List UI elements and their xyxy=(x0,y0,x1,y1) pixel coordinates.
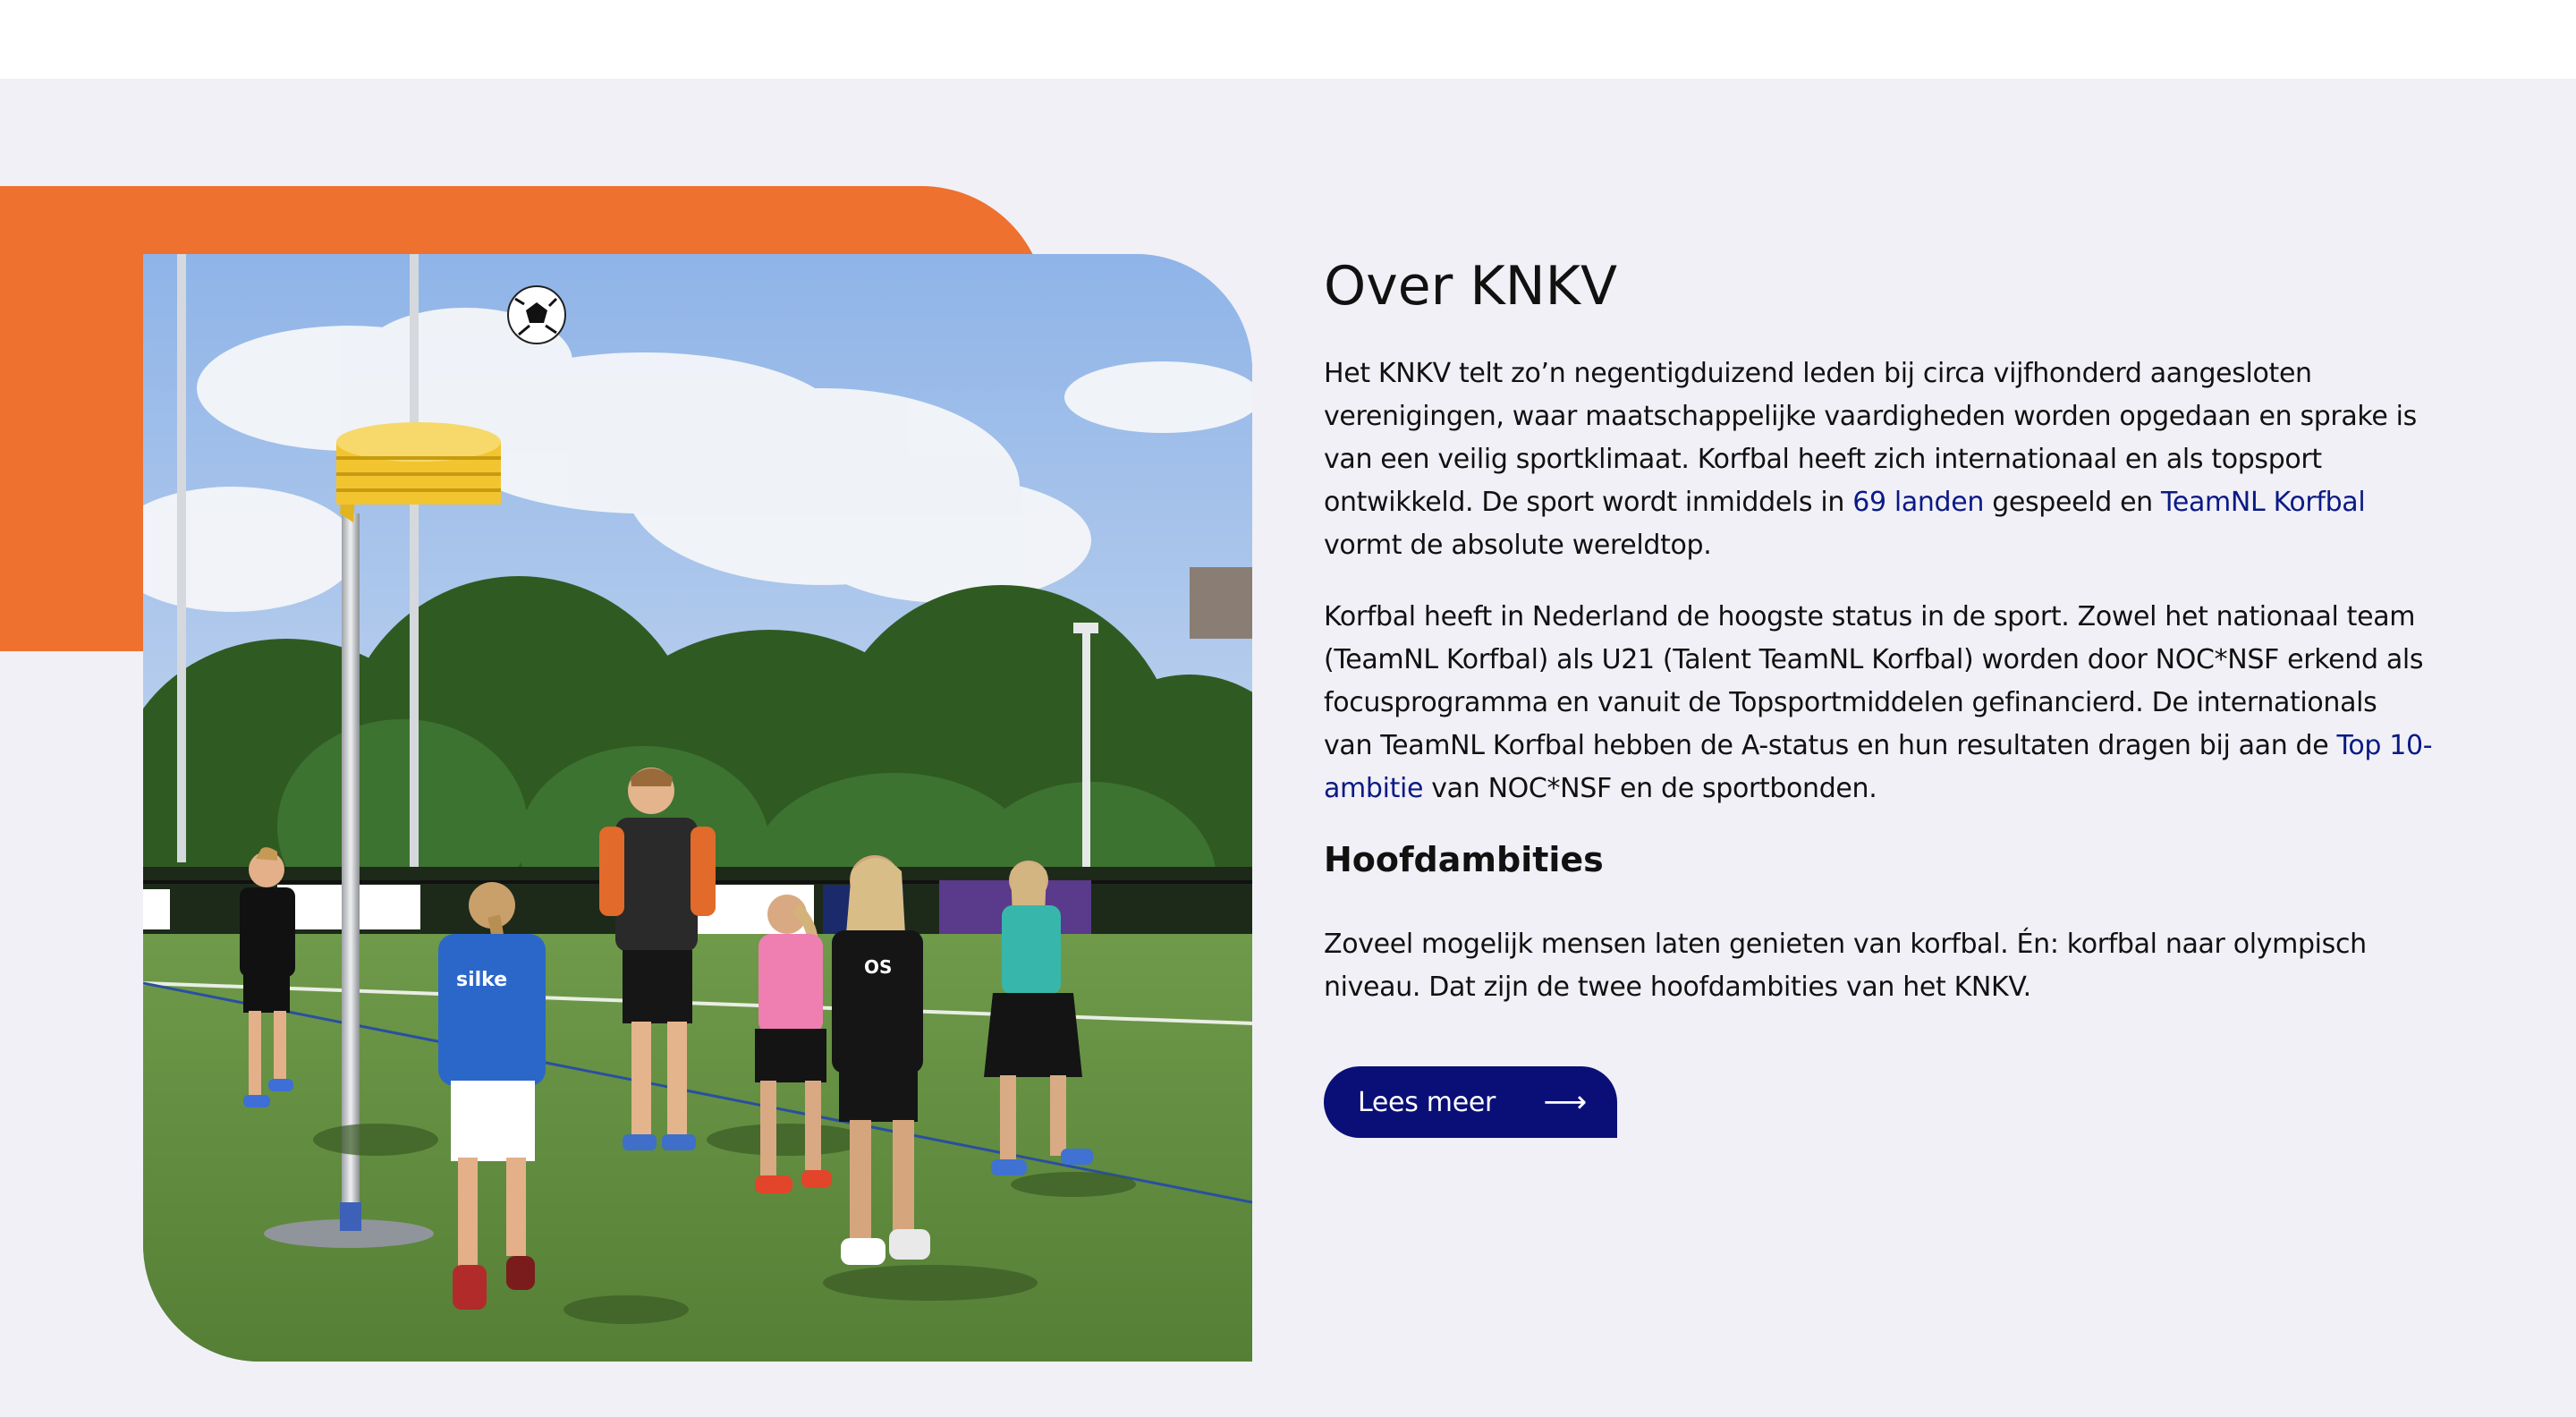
intro-text-end: vormt de absolute wereldtop. xyxy=(1324,530,1712,561)
about-section: Over KNKV Het KNKV telt zo’n negentigdui… xyxy=(1324,254,2433,1138)
ambitions-paragraph: Zoveel mogelijk mensen laten genieten va… xyxy=(1324,929,2367,1003)
status-text-end: van NOC*NSF en de sportbonden. xyxy=(1423,773,1877,804)
lees-meer-button[interactable]: Lees meer ⟶ xyxy=(1324,1066,1617,1138)
link-69-landen[interactable]: 69 landen xyxy=(1852,487,1984,518)
lees-meer-label: Lees meer xyxy=(1358,1086,1496,1118)
link-teamnl-korfbal[interactable]: TeamNL Korfbal xyxy=(2161,487,2366,518)
intro-paragraph: Het KNKV telt zo’n negentigduizend leden… xyxy=(1324,352,2433,567)
shirt-text-os: OS xyxy=(864,956,892,978)
intro-text-middle: gespeeld en xyxy=(1984,487,2162,518)
status-text-start: Korfbal heeft in Nederland de hoogste st… xyxy=(1324,601,2424,761)
arrow-right-icon: ⟶ xyxy=(1543,1084,1588,1120)
subheading-hoofdambities: Hoofdambities xyxy=(1324,840,1604,879)
section-title: Over KNKV xyxy=(1324,255,1618,318)
top-bar xyxy=(0,0,2576,79)
status-paragraph: Korfbal heeft in Nederland de hoogste st… xyxy=(1324,596,2433,810)
korfbal-photo: silke OS xyxy=(143,254,1252,1362)
shirt-text-silke: silke xyxy=(456,969,507,991)
